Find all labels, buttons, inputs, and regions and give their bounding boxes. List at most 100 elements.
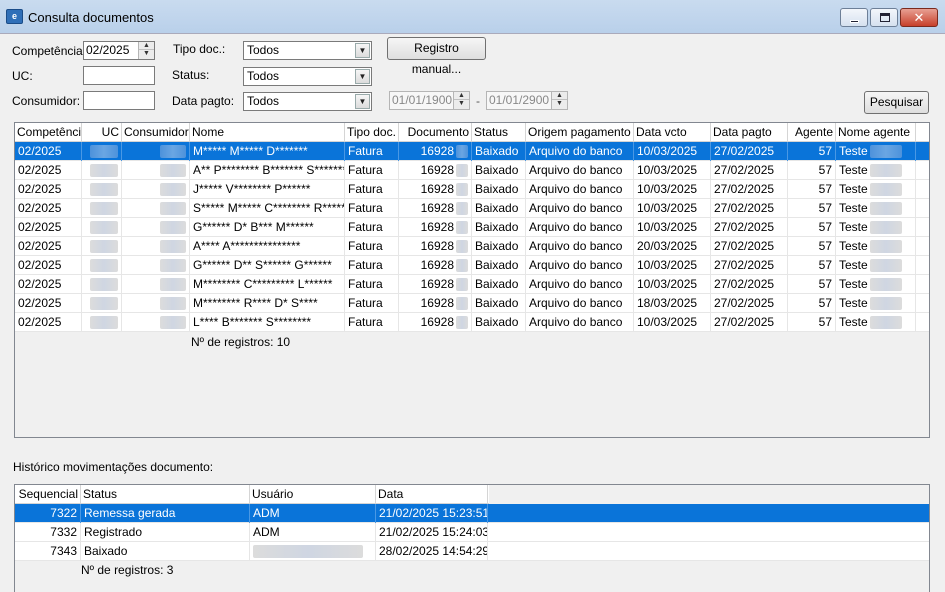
- cell-text: G****** D* B*** M******: [193, 220, 314, 234]
- status-label: Status:: [172, 68, 210, 82]
- table-row[interactable]: 02/2025 A**** A*************** Fatura 16928…: [15, 237, 929, 256]
- cell-origem: Arquivo do banco: [526, 199, 634, 218]
- redacted-value: [160, 164, 186, 178]
- close-button[interactable]: ✕: [900, 8, 938, 27]
- cell-text: 7322: [50, 506, 77, 520]
- table-row[interactable]: 02/2025 M******** R**** D* S**** Fatura 169…: [15, 294, 929, 313]
- table-row[interactable]: 02/2025 G****** D* B*** M****** Fatura 1692…: [15, 218, 929, 237]
- chevron-down-icon[interactable]: ▼: [355, 94, 370, 109]
- cell-text: 57: [818, 277, 832, 291]
- cell-tipo: Fatura: [345, 142, 399, 161]
- cell-text: 10/03/2025: [637, 258, 698, 272]
- maximize-button[interactable]: [870, 8, 898, 27]
- cell-text: 16928: [420, 296, 454, 310]
- table-row[interactable]: 7322 Remessa gerada ADM 21/02/2025 15:23:51: [15, 504, 929, 523]
- cell-status: Baixado: [472, 218, 526, 237]
- cell-status: Baixado: [472, 180, 526, 199]
- tipo-doc-select[interactable]: Todos ▼: [243, 41, 372, 60]
- column-header[interactable]: Sequencial: [15, 485, 81, 504]
- registro-manual-button[interactable]: Registro manual...: [387, 37, 486, 76]
- spin-up-icon[interactable]: ▲: [139, 42, 154, 50]
- cell-documento: 16928: [399, 313, 472, 332]
- cell-competencia: 02/2025: [15, 275, 82, 294]
- cell-seq: 7332: [15, 523, 81, 542]
- cell-text: Fatura: [348, 239, 383, 253]
- pesquisar-button[interactable]: Pesquisar: [864, 91, 929, 114]
- cell-text: 16928: [420, 144, 454, 158]
- cell-status: Baixado: [472, 313, 526, 332]
- table-row[interactable]: 02/2025 M***** M***** D******* Fatura 16928…: [15, 142, 929, 161]
- minimize-button[interactable]: [840, 8, 868, 27]
- redacted-value: [160, 202, 186, 216]
- cell-vcto: 10/03/2025: [634, 180, 711, 199]
- spin-up-icon: ▲: [454, 92, 469, 100]
- cell-vcto: 10/03/2025: [634, 313, 711, 332]
- cell-vcto: 20/03/2025: [634, 237, 711, 256]
- column-header[interactable]: UC: [82, 123, 122, 142]
- cell-text: Arquivo do banco: [529, 315, 623, 329]
- column-header[interactable]: Documento: [399, 123, 472, 142]
- table-row[interactable]: 02/2025 L**** B******* S******** Fatura 169…: [15, 313, 929, 332]
- cell-competencia: 02/2025: [15, 218, 82, 237]
- column-header[interactable]: Data pagto: [711, 123, 788, 142]
- cell-pagto: 27/02/2025: [711, 237, 788, 256]
- spin-down-icon[interactable]: ▼: [139, 50, 154, 58]
- cell-data: 21/02/2025 15:23:51: [376, 504, 488, 523]
- cell-text: 02/2025: [18, 239, 62, 253]
- cell-consumidor: [122, 199, 190, 218]
- table-row[interactable]: 02/2025 G****** D** S****** G****** Fatura…: [15, 256, 929, 275]
- cell-text: 02/2025: [18, 201, 62, 215]
- cell-tipo: Fatura: [345, 199, 399, 218]
- documents-grid[interactable]: Competência UC Consumidor Nome Tipo doc. Docu…: [14, 122, 930, 438]
- cell-text: Teste: [839, 201, 868, 215]
- column-header[interactable]: Data: [376, 485, 488, 504]
- cell-text: Fatura: [348, 201, 383, 215]
- cell-text: 57: [818, 201, 832, 215]
- column-header[interactable]: Competência: [15, 123, 82, 142]
- cell-documento: 16928: [399, 237, 472, 256]
- cell-text: ADM: [253, 506, 280, 520]
- cell-tipo: Fatura: [345, 313, 399, 332]
- cell-agente: 57: [788, 180, 836, 199]
- cell-vcto: 10/03/2025: [634, 218, 711, 237]
- redacted-value: [456, 278, 468, 292]
- column-header[interactable]: Tipo doc.: [345, 123, 399, 142]
- cell-status: Baixado: [472, 161, 526, 180]
- data-pagto-select[interactable]: Todos ▼: [243, 92, 372, 111]
- column-header[interactable]: Agente: [788, 123, 836, 142]
- table-row[interactable]: 02/2025 M******** C********* L****** Fatur…: [15, 275, 929, 294]
- column-header[interactable]: Status: [81, 485, 250, 504]
- table-row[interactable]: 02/2025 J***** V******** P****** Fatura 169…: [15, 180, 929, 199]
- cell-text: 27/02/2025: [714, 163, 775, 177]
- column-header[interactable]: Status: [472, 123, 526, 142]
- cell-nome-agente: Teste: [836, 294, 916, 313]
- cell-text: Teste: [839, 277, 868, 291]
- column-header[interactable]: Nome agente: [836, 123, 916, 142]
- cell-text: Baixado: [475, 201, 519, 215]
- column-header[interactable]: Nome: [190, 123, 345, 142]
- cell-text: Baixado: [475, 258, 519, 272]
- column-header[interactable]: Origem pagamento: [526, 123, 634, 142]
- history-grid[interactable]: Sequencial Status Usuário Data 7322 Remessa …: [14, 484, 930, 592]
- redacted-value: [90, 145, 118, 159]
- table-row[interactable]: 02/2025 A** P******** B******* S******* Fa…: [15, 161, 929, 180]
- column-header[interactable]: Data vcto: [634, 123, 711, 142]
- cell-text: 10/03/2025: [637, 163, 698, 177]
- column-header[interactable]: Usuário: [250, 485, 376, 504]
- cell-status: Baixado: [472, 237, 526, 256]
- competencia-field[interactable]: 02/2025 ▲ ▼: [83, 41, 155, 60]
- uc-input[interactable]: [83, 66, 155, 85]
- cell-status: Registrado: [81, 523, 250, 542]
- table-row[interactable]: 7332 Registrado ADM 21/02/2025 15:24:03: [15, 523, 929, 542]
- history-grid-header: Sequencial Status Usuário Data: [15, 485, 489, 504]
- date-from-field: 01/01/1900 ▲ ▼: [389, 91, 470, 110]
- status-select[interactable]: Todos ▼: [243, 67, 372, 86]
- consumidor-input[interactable]: [83, 91, 155, 110]
- cell-origem: Arquivo do banco: [526, 161, 634, 180]
- chevron-down-icon[interactable]: ▼: [355, 43, 370, 58]
- table-row[interactable]: 7343 Baixado 28/02/2025 14:54:29: [15, 542, 929, 561]
- competencia-spinner[interactable]: ▲ ▼: [138, 42, 154, 59]
- chevron-down-icon[interactable]: ▼: [355, 69, 370, 84]
- column-header[interactable]: Consumidor: [122, 123, 190, 142]
- table-row[interactable]: 02/2025 S***** M***** C******** R******* F…: [15, 199, 929, 218]
